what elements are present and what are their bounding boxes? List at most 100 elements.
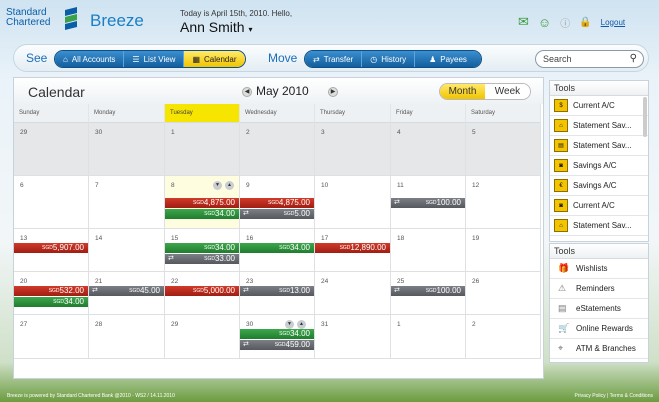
prev-month-button[interactable]: ◀ bbox=[242, 87, 252, 97]
transaction-event[interactable]: SGD34.00 bbox=[240, 243, 314, 253]
calendar-day-cell[interactable]: 1 bbox=[391, 315, 466, 359]
calendar-day-cell[interactable]: 16 SGD34.00 bbox=[240, 229, 315, 272]
user-menu[interactable]: Ann Smith ▾ bbox=[180, 19, 253, 35]
transaction-event[interactable]: SGD34.00 bbox=[240, 329, 314, 339]
transaction-event[interactable]: SGD5,000.00 bbox=[165, 286, 239, 296]
calendar-day-cell[interactable]: 9 SGD4,875.00 ⇄ SGD5.00 bbox=[240, 176, 315, 229]
calendar-day-cell[interactable]: 21 ⇄ SGD45.00 bbox=[89, 272, 165, 315]
day-number: 16 bbox=[246, 235, 254, 242]
day-number: 1 bbox=[397, 321, 401, 328]
calendar-day-cell[interactable]: 30 bbox=[89, 123, 165, 176]
help-icon[interactable]: ⓘ bbox=[560, 15, 570, 30]
calendar-day-cell[interactable]: 28 bbox=[89, 315, 165, 359]
transaction-event[interactable]: ⇄ SGD100.00 bbox=[391, 198, 465, 208]
tool-item[interactable]: 🛒 Online Rewards bbox=[550, 319, 648, 339]
calendar-day-cell[interactable]: 8 SGD4,875.00 SGD34.00 ▼ ▲ bbox=[165, 176, 240, 229]
calendar-day-cell[interactable]: 29 bbox=[14, 123, 89, 176]
calendar-day-cell[interactable]: 17 SGD12,890.00 bbox=[315, 229, 391, 272]
calendar-day-cell[interactable]: 24 bbox=[315, 272, 391, 315]
calendar-day-cell[interactable]: 25 ⇄ SGD100.00 bbox=[391, 272, 466, 315]
tool-icon: ◙ bbox=[554, 159, 568, 172]
transaction-event[interactable]: ⇄ SGD5.00 bbox=[240, 209, 314, 219]
currency-label: SGD bbox=[204, 211, 215, 217]
transaction-event[interactable]: SGD532.00 bbox=[14, 286, 88, 296]
calendar-day-cell[interactable]: 15 SGD34.00 ⇄ SGD33.00 bbox=[165, 229, 240, 272]
calendar-day-cell[interactable]: 6 bbox=[14, 176, 89, 229]
calendar-button[interactable]: ▦ Calendar bbox=[184, 51, 245, 67]
expand-icon[interactable]: ▼ bbox=[213, 181, 222, 190]
transfer-button[interactable]: ⇄ Transfer bbox=[305, 51, 363, 67]
day-number: 24 bbox=[321, 278, 329, 285]
top-icons: ✉ ☺ ⓘ 🔒 Logout bbox=[518, 12, 625, 32]
calendar-day-cell[interactable]: 26 bbox=[466, 272, 541, 315]
tool-item[interactable]: $ Current A/C bbox=[550, 96, 648, 116]
tool-icon: ⌂ bbox=[554, 119, 568, 132]
transaction-event[interactable]: SGD34.00 bbox=[165, 209, 239, 219]
history-label: History bbox=[381, 54, 407, 64]
calendar-day-cell[interactable]: 2 bbox=[240, 123, 315, 176]
all-accounts-button[interactable]: ⌂ All Accounts bbox=[55, 51, 125, 67]
calendar-day-cell[interactable]: 13 SGD5,907.00 bbox=[14, 229, 89, 272]
transaction-event[interactable]: SGD5,907.00 bbox=[14, 243, 88, 253]
calendar-day-cell[interactable]: 19 bbox=[466, 229, 541, 272]
next-month-button[interactable]: ▶ bbox=[328, 87, 338, 97]
footer-links[interactable]: Privacy Policy | Terms & Conditions bbox=[575, 391, 653, 402]
transaction-event[interactable]: ⇄ SGD13.00 bbox=[240, 286, 314, 296]
expand-icon[interactable]: ▼ bbox=[285, 320, 294, 329]
tool-item[interactable]: ▤ eStatements bbox=[550, 299, 648, 319]
transaction-event[interactable]: SGD4,875.00 bbox=[165, 198, 239, 208]
logout-link[interactable]: Logout bbox=[601, 18, 625, 27]
tool-item[interactable]: € Savings A/C bbox=[550, 176, 648, 196]
transaction-event[interactable]: SGD12,890.00 bbox=[315, 243, 390, 253]
tool-item[interactable]: ◙ Current A/C bbox=[550, 196, 648, 216]
transaction-event[interactable]: ⇄ SGD45.00 bbox=[89, 286, 164, 296]
calendar-day-cell[interactable]: 20 SGD532.00 SGD34.00 bbox=[14, 272, 89, 315]
transaction-event[interactable]: ⇄ SGD100.00 bbox=[391, 286, 465, 296]
currency-label: SGD bbox=[274, 342, 286, 348]
transaction-event[interactable]: ⇄ SGD459.00 bbox=[240, 340, 314, 350]
calendar-day-cell[interactable]: 3 bbox=[315, 123, 391, 176]
calendar-day-cell[interactable]: 4 bbox=[391, 123, 466, 176]
tool-item[interactable]: ⌂ Statement Sav... bbox=[550, 116, 648, 136]
week-view-button[interactable]: Week bbox=[485, 84, 530, 99]
list-view-button[interactable]: ☰ List View bbox=[124, 51, 185, 67]
calendar-day-cell[interactable]: 10 bbox=[315, 176, 391, 229]
tool-label: Current A/C bbox=[573, 101, 615, 110]
calendar-day-cell[interactable]: 7 bbox=[89, 176, 165, 229]
calendar-day-cell[interactable]: 18 bbox=[391, 229, 466, 272]
calendar-day-cell[interactable]: 31 bbox=[315, 315, 391, 359]
tool-item[interactable]: ⌂ Statement Sav... bbox=[550, 216, 648, 236]
month-view-button[interactable]: Month bbox=[440, 84, 485, 99]
search-input[interactable]: Search ⚲ bbox=[535, 50, 644, 68]
tool-item[interactable]: ▤ Statement Sav... bbox=[550, 136, 648, 156]
scrollbar[interactable] bbox=[643, 97, 647, 137]
calendar-day-cell[interactable]: 5 bbox=[466, 123, 541, 176]
calendar-day-cell[interactable]: 11 ⇄ SGD100.00 bbox=[391, 176, 466, 229]
alerts-icon[interactable]: ☺ bbox=[538, 15, 551, 30]
collapse-icon[interactable]: ▲ bbox=[297, 320, 306, 329]
calendar-day-cell[interactable]: 30 SGD34.00 ⇄ SGD459.00 ▼ ▲ bbox=[240, 315, 315, 359]
calendar-day-cell[interactable]: 23 ⇄ SGD13.00 bbox=[240, 272, 315, 315]
transaction-event[interactable]: SGD34.00 bbox=[14, 297, 88, 307]
tool-item[interactable]: ◙ Savings A/C bbox=[550, 156, 648, 176]
calendar-day-cell[interactable]: 22 SGD5,000.00 bbox=[165, 272, 240, 315]
lock-icon: 🔒 bbox=[579, 16, 592, 28]
calendar-header: Calendar ◀ May 2010 ▶ Month Week bbox=[14, 78, 543, 104]
transaction-event[interactable]: ⇄ SGD33.00 bbox=[165, 254, 239, 264]
calendar-day-cell[interactable]: 14 bbox=[89, 229, 165, 272]
transaction-event[interactable]: SGD4,875.00 bbox=[240, 198, 314, 208]
collapse-icon[interactable]: ▲ bbox=[225, 181, 234, 190]
tool-item[interactable]: ⚠ Reminders bbox=[550, 279, 648, 299]
calendar-day-cell[interactable]: 27 bbox=[14, 315, 89, 359]
tool-item[interactable]: 🎁 Wishlists bbox=[550, 259, 648, 279]
calendar-day-cell[interactable]: 2 bbox=[466, 315, 541, 359]
transaction-event[interactable]: SGD34.00 bbox=[165, 243, 239, 253]
payees-button[interactable]: ♟ Payees bbox=[415, 51, 481, 67]
history-button[interactable]: ◷ History bbox=[362, 51, 416, 67]
mail-icon[interactable]: ✉ bbox=[518, 14, 529, 30]
calendar-day-cell[interactable]: 29 bbox=[165, 315, 240, 359]
transfer-icon: ⇄ bbox=[394, 199, 400, 206]
calendar-day-cell[interactable]: 1 bbox=[165, 123, 240, 176]
tool-item[interactable]: ⌖ ATM & Branches bbox=[550, 339, 648, 359]
calendar-day-cell[interactable]: 12 bbox=[466, 176, 541, 229]
